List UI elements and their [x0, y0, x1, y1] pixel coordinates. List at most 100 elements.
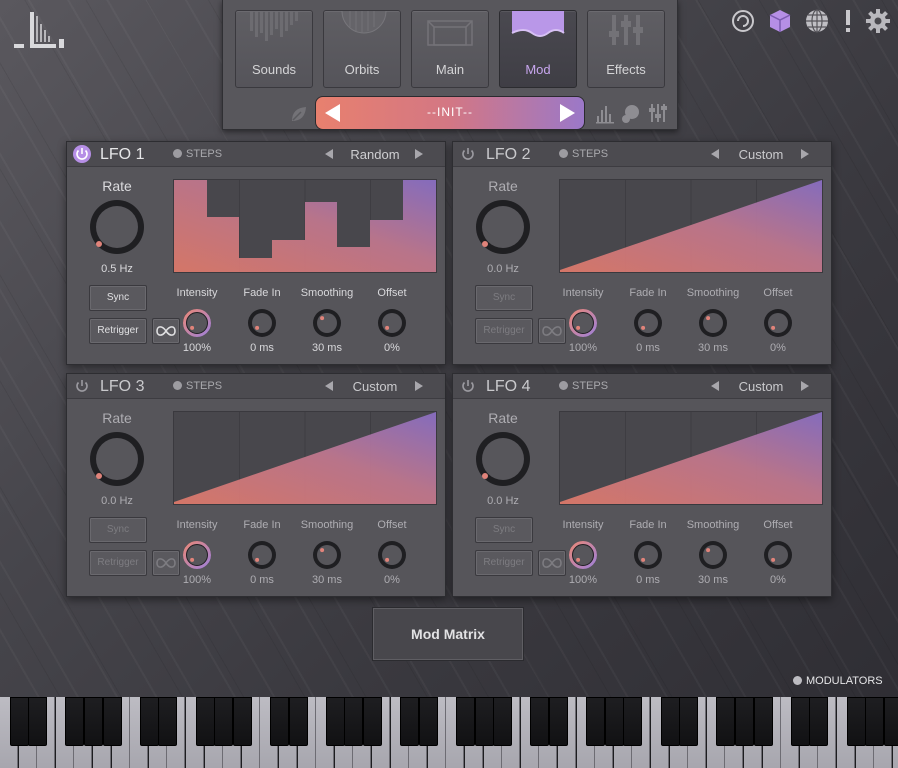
offset-knob[interactable] — [763, 308, 793, 338]
mod-matrix-button[interactable]: Mod Matrix — [372, 607, 524, 661]
rate-knob[interactable] — [88, 198, 146, 256]
shape-selector[interactable]: Custom — [721, 379, 801, 394]
retrigger-button[interactable]: Retrigger — [89, 550, 147, 576]
black-key[interactable] — [660, 697, 680, 746]
cube-icon[interactable] — [767, 8, 793, 34]
black-key[interactable] — [344, 697, 364, 746]
black-key[interactable] — [158, 697, 178, 746]
loop-button[interactable] — [152, 318, 180, 344]
tab-mod[interactable]: Mod — [499, 10, 577, 88]
black-key[interactable] — [865, 697, 885, 746]
sync-button[interactable]: Sync — [89, 517, 147, 543]
shape-prev-icon[interactable] — [323, 146, 335, 162]
black-key[interactable] — [84, 697, 103, 746]
shape-next-icon[interactable] — [413, 146, 425, 162]
black-key[interactable] — [214, 697, 234, 746]
steps-toggle[interactable]: STEPS — [559, 148, 608, 160]
black-key[interactable] — [716, 697, 736, 746]
tab-effects[interactable]: Effects — [587, 10, 665, 88]
black-key[interactable] — [474, 697, 494, 746]
power-icon[interactable] — [459, 145, 477, 163]
black-key[interactable] — [604, 697, 624, 746]
intensity-knob[interactable] — [568, 540, 598, 570]
waveform-display[interactable] — [173, 179, 437, 273]
fade-in-knob[interactable] — [247, 308, 277, 338]
offset-knob[interactable] — [377, 540, 407, 570]
fade-in-knob[interactable] — [247, 540, 277, 570]
level-bars-icon[interactable] — [595, 104, 615, 124]
sync-button[interactable]: Sync — [89, 285, 147, 311]
spiral-icon[interactable] — [730, 8, 756, 34]
waveform-display[interactable] — [559, 179, 823, 273]
black-key[interactable] — [288, 697, 308, 746]
intensity-knob[interactable] — [182, 540, 212, 570]
preset-next-icon[interactable] — [556, 102, 578, 124]
loop-button[interactable] — [538, 318, 566, 344]
black-key[interactable] — [586, 697, 606, 746]
smoothing-knob[interactable] — [312, 540, 342, 570]
black-key[interactable] — [400, 697, 420, 746]
loop-button[interactable] — [152, 550, 180, 576]
steps-toggle[interactable]: STEPS — [173, 148, 222, 160]
black-key[interactable] — [883, 697, 898, 746]
power-icon[interactable] — [459, 377, 477, 395]
offset-knob[interactable] — [377, 308, 407, 338]
black-key[interactable] — [623, 697, 643, 746]
black-key[interactable] — [9, 697, 29, 746]
globe-icon[interactable] — [804, 8, 830, 34]
black-key[interactable] — [270, 697, 289, 746]
preset-prev-icon[interactable] — [322, 102, 344, 124]
mixer-icon[interactable] — [647, 102, 669, 124]
power-icon[interactable] — [73, 145, 91, 163]
black-key[interactable] — [809, 697, 829, 746]
black-key[interactable] — [28, 697, 48, 746]
black-key[interactable] — [679, 697, 699, 746]
steps-toggle[interactable]: STEPS — [173, 380, 222, 392]
preset-selector[interactable]: --INIT-- — [315, 96, 585, 130]
tab-orbits[interactable]: Orbits — [323, 10, 401, 88]
sync-button[interactable]: Sync — [475, 285, 533, 311]
tab-sounds[interactable]: Sounds — [235, 10, 313, 88]
black-key[interactable] — [418, 697, 438, 746]
shape-next-icon[interactable] — [799, 146, 811, 162]
fade-in-knob[interactable] — [633, 540, 663, 570]
shape-next-icon[interactable] — [799, 378, 811, 394]
black-key[interactable] — [790, 697, 810, 746]
shape-prev-icon[interactable] — [709, 146, 721, 162]
black-key[interactable] — [493, 697, 513, 746]
black-key[interactable] — [102, 697, 122, 746]
intensity-knob[interactable] — [568, 308, 598, 338]
waveform-display[interactable] — [559, 411, 823, 505]
black-key[interactable] — [735, 697, 754, 746]
retrigger-button[interactable]: Retrigger — [89, 318, 147, 344]
smoothing-knob[interactable] — [698, 308, 728, 338]
gear-icon[interactable] — [865, 8, 891, 34]
sync-button[interactable]: Sync — [475, 517, 533, 543]
black-key[interactable] — [232, 697, 252, 746]
retrigger-button[interactable]: Retrigger — [475, 550, 533, 576]
retrigger-button[interactable]: Retrigger — [475, 318, 533, 344]
shape-prev-icon[interactable] — [709, 378, 721, 394]
black-key[interactable] — [139, 697, 159, 746]
shape-selector[interactable]: Custom — [335, 379, 415, 394]
smoothing-knob[interactable] — [312, 308, 342, 338]
intensity-knob[interactable] — [182, 308, 212, 338]
black-key[interactable] — [530, 697, 550, 746]
black-key[interactable] — [753, 697, 773, 746]
rate-knob[interactable] — [474, 430, 532, 488]
steps-toggle[interactable]: STEPS — [559, 380, 608, 392]
shape-selector[interactable]: Random — [335, 147, 415, 162]
power-icon[interactable] — [73, 377, 91, 395]
bubbles-icon[interactable] — [621, 104, 641, 124]
piano-keyboard[interactable] — [0, 697, 898, 768]
shape-next-icon[interactable] — [413, 378, 425, 394]
tab-main[interactable]: Main — [411, 10, 489, 88]
black-key[interactable] — [65, 697, 85, 746]
black-key[interactable] — [363, 697, 382, 746]
loop-button[interactable] — [538, 550, 566, 576]
black-key[interactable] — [325, 697, 345, 746]
black-key[interactable] — [549, 697, 568, 746]
black-key[interactable] — [456, 697, 475, 746]
alert-icon[interactable] — [838, 8, 858, 34]
modulators-toggle[interactable]: MODULATORS — [793, 675, 883, 687]
